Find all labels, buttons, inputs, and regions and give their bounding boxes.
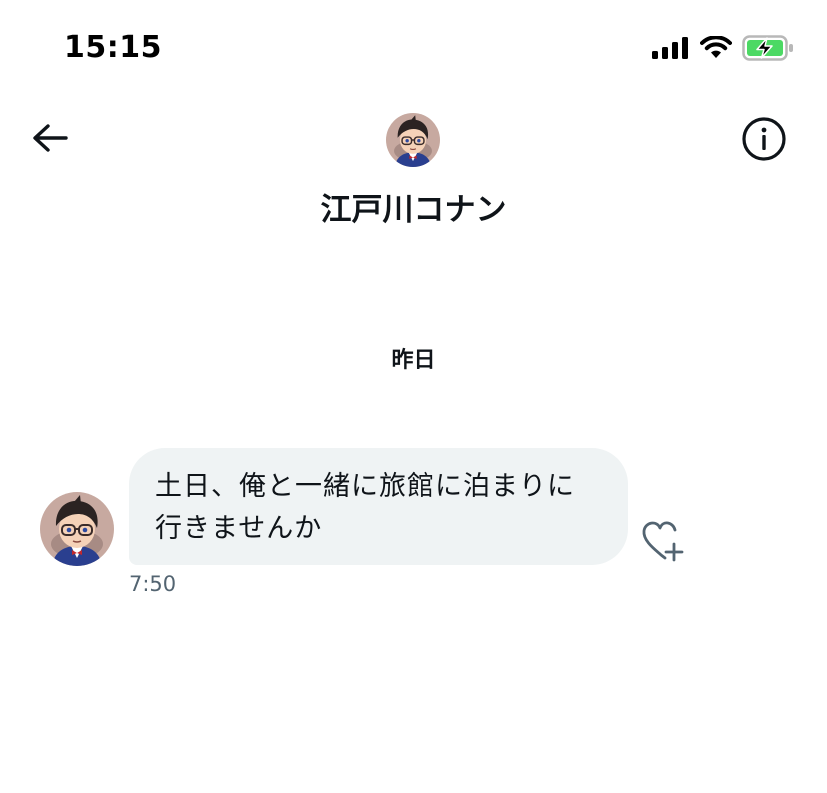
contact-name[interactable]: 江戸川コナン [0,184,827,229]
arrow-left-icon [30,122,70,158]
heart-plus-icon [641,521,693,566]
message-text-line: 行きませんか [155,513,323,544]
cellular-signal-icon [652,37,690,63]
dm-conversation-screen: 15:15 江戸川コナン 昨日 土日、俺と一緒に旅館に泊まりに 行きませんか 7… [0,0,827,793]
conversation-info-button[interactable] [741,116,787,166]
avatar-image [386,113,440,167]
avatar-image [40,492,114,566]
message-sender-avatar[interactable] [40,492,114,566]
day-separator: 昨日 [391,348,436,373]
add-reaction-button[interactable] [641,518,693,562]
status-time: 15:15 [64,30,162,65]
info-circle-icon [741,116,787,166]
message-text-line: 土日、俺と一緒に旅館に泊まりに [155,471,575,502]
wifi-icon [700,35,732,64]
header-avatar[interactable] [386,113,440,167]
back-button[interactable] [28,118,72,162]
message-bubble[interactable]: 土日、俺と一緒に旅館に泊まりに 行きませんか [129,448,628,565]
message-timestamp: 7:50 [129,572,177,596]
status-icons [652,34,794,66]
battery-charging-icon [742,35,794,65]
